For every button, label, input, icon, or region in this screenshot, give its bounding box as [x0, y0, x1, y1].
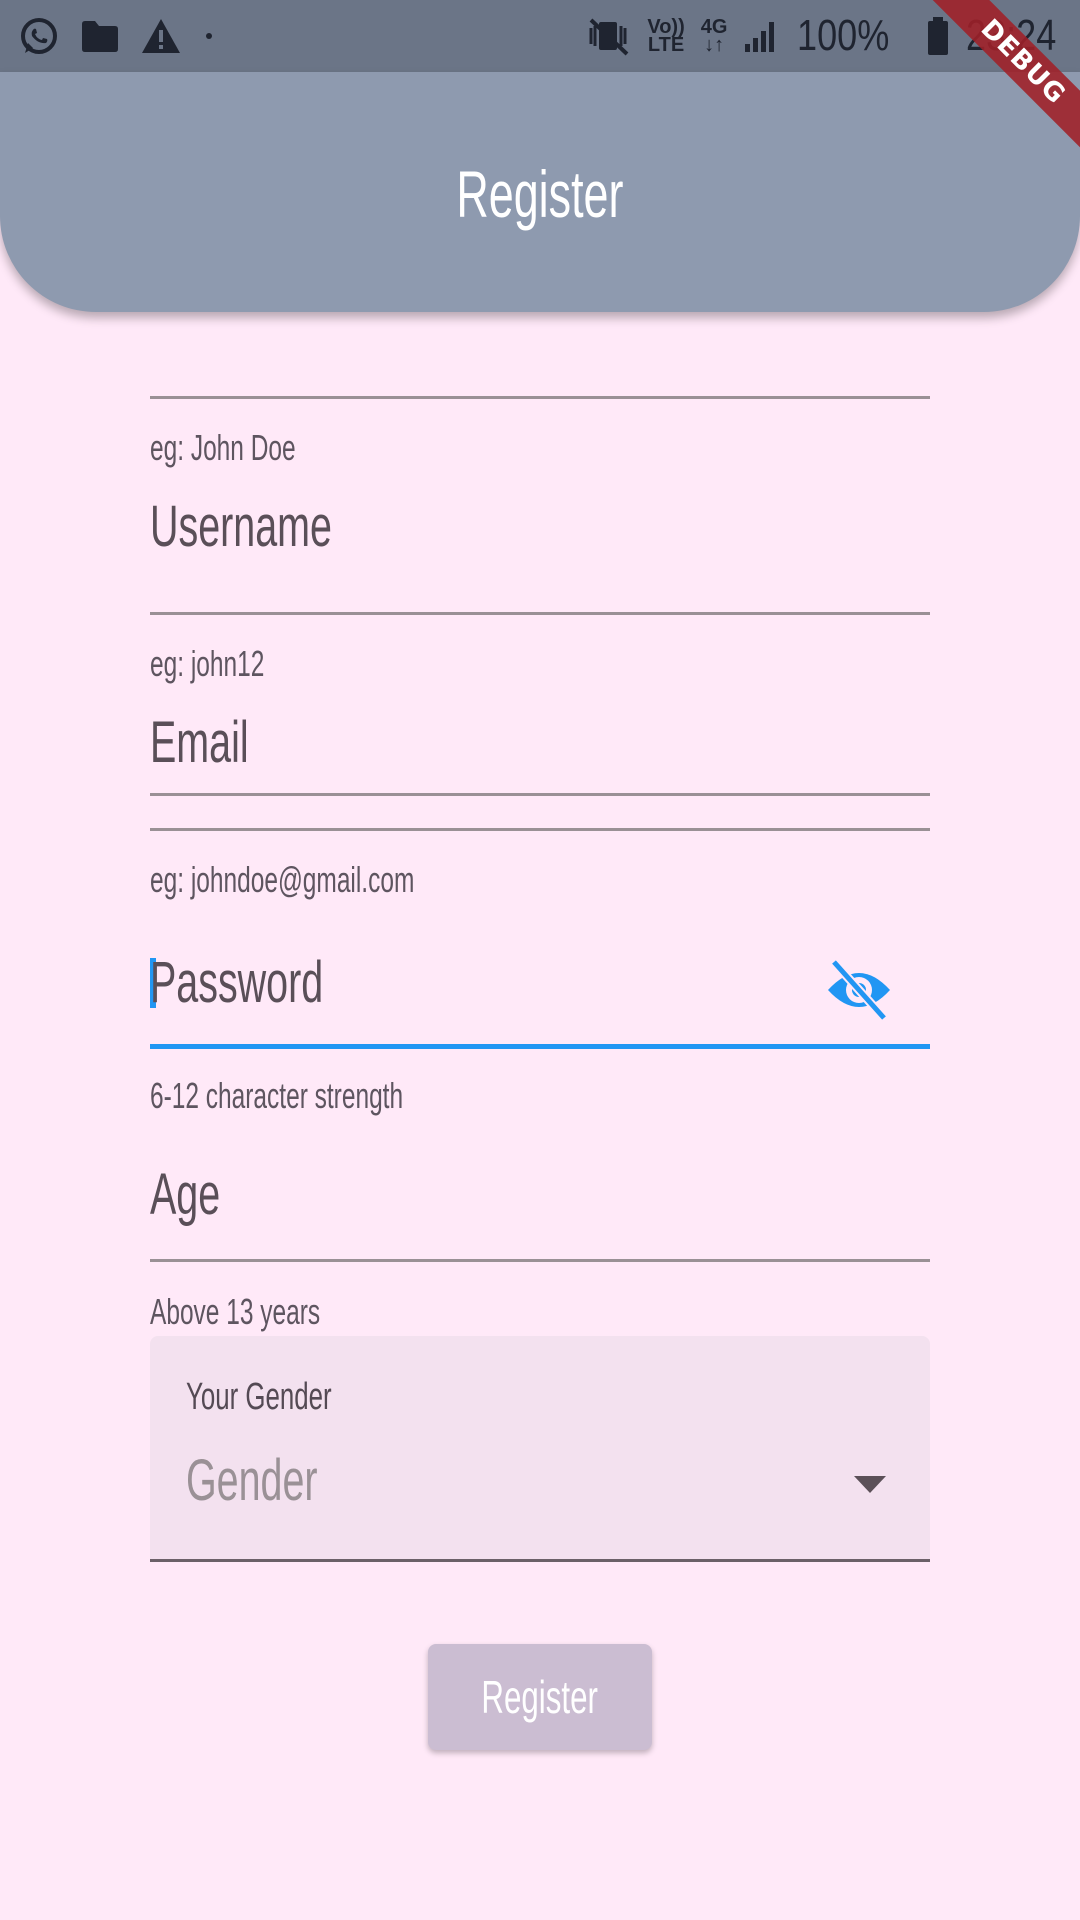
username-underline-wrap	[150, 612, 930, 616]
app-bar: Register	[0, 72, 1080, 312]
email-underline	[150, 828, 930, 831]
signal-icon	[745, 22, 775, 52]
whatsapp-icon	[21, 18, 57, 54]
gender-dropdown[interactable]: Your Gender Gender	[150, 1336, 930, 1562]
name-field[interactable]	[150, 312, 930, 412]
email-helper-text: eg: johndoe@gmail.com	[150, 859, 415, 900]
page-title: Register	[0, 154, 1080, 234]
age-label-text: Age	[150, 1162, 221, 1227]
age-helper-text: Above 13 years	[150, 1291, 321, 1332]
age-label: Age	[150, 1160, 253, 1230]
email-label-text: Email	[150, 710, 249, 775]
age-field[interactable]: Age	[150, 1160, 930, 1284]
username-label-text: Username	[150, 494, 332, 559]
register-button-label: Register	[481, 1671, 599, 1723]
password-field[interactable]: Password	[150, 924, 930, 1052]
battery-icon	[928, 17, 948, 55]
name-helper: eg: John Doe	[150, 426, 364, 470]
dot-icon	[206, 33, 212, 39]
gender-placeholder: Gender	[186, 1446, 379, 1516]
register-button[interactable]: Register	[428, 1644, 652, 1750]
age-helper: Above 13 years	[150, 1290, 400, 1334]
page-title-text: Register	[456, 157, 624, 231]
network-arrows: ↓↑	[704, 34, 725, 56]
network-4g-icon: 4G ↓↑	[701, 17, 728, 56]
name-underline	[150, 396, 930, 399]
username-helper: eg: john12	[150, 642, 318, 686]
age-underline	[150, 1259, 930, 1262]
email-underline-wrap	[150, 828, 930, 832]
password-underline-wrap	[150, 1044, 930, 1050]
volte-bottom: LTE	[647, 34, 685, 56]
vibrate-mute-icon	[589, 18, 629, 56]
password-underline	[150, 1044, 930, 1049]
gender-underline	[150, 1559, 930, 1562]
status-bar: Vo)) LTE 4G ↓↑ 100% 23:24	[0, 0, 1080, 72]
warning-icon	[142, 19, 180, 53]
gender-label: Your Gender	[186, 1374, 400, 1420]
folder-icon	[82, 21, 118, 52]
password-label-text: Password	[150, 950, 324, 1015]
username-field[interactable]: Username	[150, 492, 930, 796]
battery-percent: 100%	[797, 11, 910, 61]
email-label: Email	[150, 708, 295, 778]
username-underline-line	[150, 612, 930, 615]
email-field[interactable]: Email	[150, 708, 930, 832]
gender-label-text: Your Gender	[186, 1376, 332, 1418]
password-helper: 6-12 character strength	[150, 1074, 522, 1118]
volte-icon: Vo)) LTE	[647, 17, 685, 56]
gender-placeholder-text: Gender	[186, 1448, 318, 1513]
visibility-off-icon[interactable]	[824, 960, 894, 1020]
password-helper-text: 6-12 character strength	[150, 1075, 404, 1116]
username-label: Username	[150, 492, 418, 562]
password-label: Password	[150, 948, 405, 1018]
email-helper: eg: johndoe@gmail.com	[150, 858, 539, 902]
battery-percent-text: 100%	[797, 11, 890, 60]
name-helper-text: eg: John Doe	[150, 427, 296, 468]
age-underline-wrap	[150, 1259, 930, 1263]
status-bar-left	[18, 14, 216, 58]
arrow-drop-down-icon[interactable]	[854, 1476, 886, 1493]
username-helper-text: eg: john12	[150, 643, 265, 684]
